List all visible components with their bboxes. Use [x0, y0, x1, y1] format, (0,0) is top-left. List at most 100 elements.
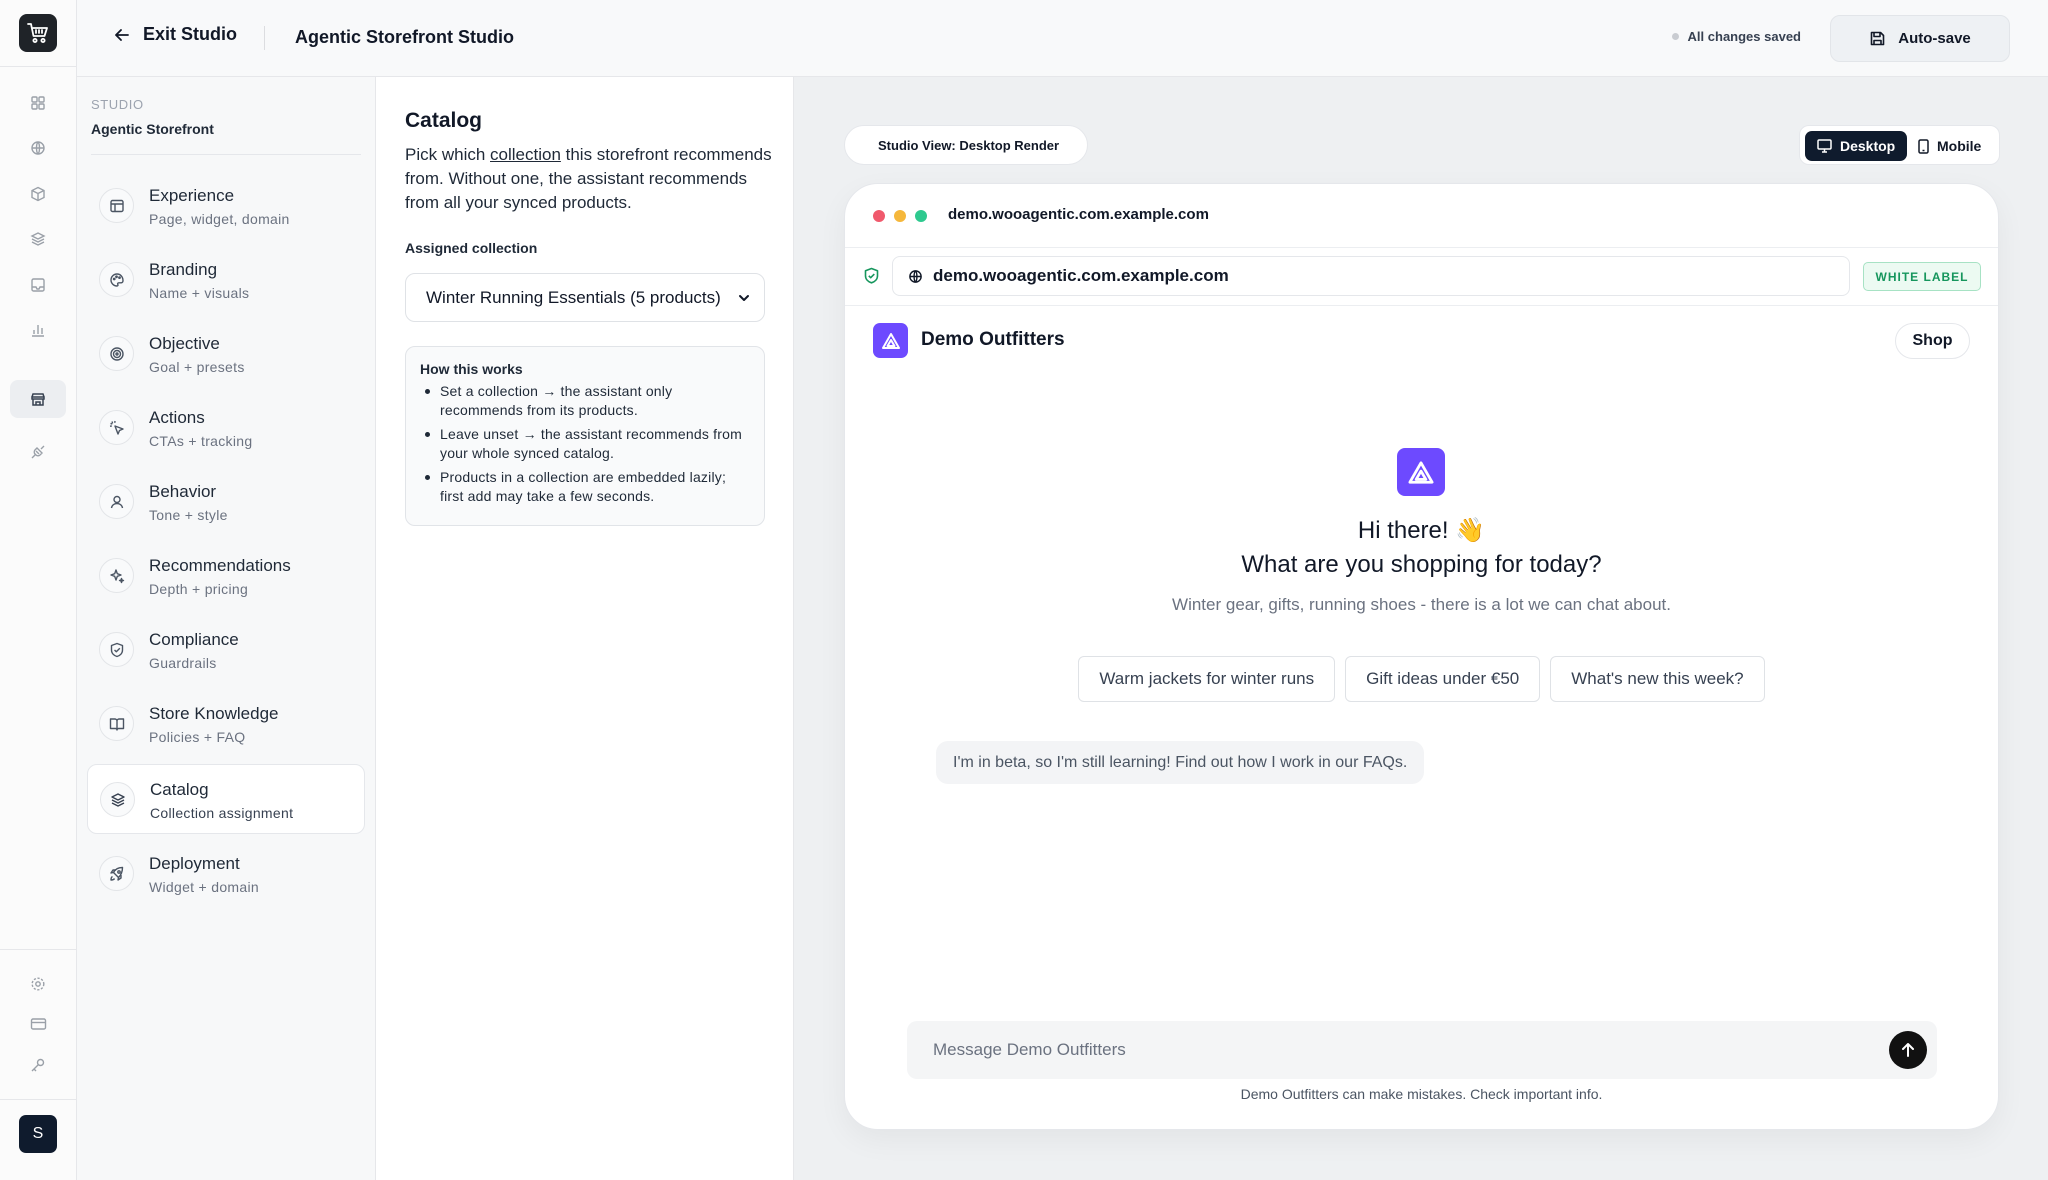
studio-sidebar: STUDIO Agentic Storefront Experience Pag… [77, 77, 376, 1180]
app-rail: S [0, 0, 77, 1180]
save-status-text: All changes saved [1687, 29, 1801, 44]
disclaimer: Demo Outfitters can make mistakes. Check… [1240, 1086, 1603, 1102]
sparkles-icon [99, 558, 134, 593]
settings-icon[interactable] [24, 970, 52, 998]
user-avatar[interactable]: S [19, 1115, 57, 1153]
globe-icon[interactable] [24, 134, 52, 162]
rail-divider [0, 66, 76, 67]
storefront-icon[interactable] [10, 380, 66, 418]
sidebar-divider [91, 154, 361, 155]
card-icon[interactable] [24, 1010, 52, 1038]
status-dot-icon [1671, 33, 1679, 40]
greeting: Hi there! 👋 What are you shopping for to… [845, 514, 1998, 582]
exit-studio-button[interactable]: Exit Studio [113, 24, 237, 45]
suggestion-chip[interactable]: Warm jackets for winter runs [1078, 656, 1336, 702]
message-composer [907, 1021, 1937, 1079]
key-icon[interactable] [24, 1051, 52, 1079]
store-logo-icon [873, 323, 908, 358]
assistant-logo-icon [1397, 448, 1445, 496]
collection-select[interactable]: Winter Running Essentials (5 products) [405, 273, 765, 322]
sidebar-item-actions[interactable]: Actions CTAs + tracking [87, 393, 365, 463]
greeting-subtitle: Winter gear, gifts, running shoes - ther… [1172, 595, 1671, 614]
how-it-works-box: How this works Set a collection → the as… [405, 346, 765, 526]
maximize-dot-icon [915, 210, 927, 222]
globe-icon [909, 269, 922, 283]
sidebar-item-subtitle: Page, widget, domain [149, 211, 290, 227]
sidebar-item-subtitle: Tone + style [149, 507, 228, 523]
catalog-settings-panel: Catalog Pick which collection this store… [376, 77, 794, 1180]
sidebar-item-title: Actions [149, 408, 205, 427]
sidebar-item-title: Deployment [149, 854, 240, 873]
sidebar-item-recommendations[interactable]: Recommendations Depth + pricing [87, 541, 365, 611]
sidebar-item-title: Recommendations [149, 556, 291, 575]
browser-frame: demo.wooagentic.com.example.com demo.woo… [844, 183, 1999, 1130]
shield-check-icon [864, 267, 879, 284]
mobile-label: Mobile [1937, 138, 1982, 154]
store-name: Demo Outfitters [921, 329, 1065, 350]
collection-select-value: Winter Running Essentials (5 products) [426, 287, 721, 307]
send-button[interactable] [1889, 1031, 1927, 1069]
sidebar-item-experience[interactable]: Experience Page, widget, domain [87, 171, 365, 241]
target-icon [99, 336, 134, 371]
sidebar-item-subtitle: Depth + pricing [149, 581, 249, 597]
message-input[interactable] [907, 1021, 1867, 1079]
user-icon [99, 484, 134, 519]
top-bar: Exit Studio Agentic Storefront Studio Al… [77, 0, 2048, 77]
close-dot-icon [873, 210, 885, 222]
url-row: demo.wooagentic.com.example.com WHITE LA… [845, 248, 1998, 306]
cart-logo-icon[interactable] [19, 14, 57, 52]
plug-icon[interactable] [24, 438, 52, 466]
book-icon [99, 706, 134, 741]
auto-save-button[interactable]: Auto-save [1830, 15, 2010, 62]
sidebar-item-behavior[interactable]: Behavior Tone + style [87, 467, 365, 537]
sidebar-item-title: Objective [149, 334, 220, 353]
sidebar-item-title: Store Knowledge [149, 704, 279, 723]
desktop-label: Desktop [1840, 138, 1896, 154]
suggestion-chip[interactable]: Gift ideas under €50 [1345, 656, 1541, 702]
sidebar-title: Agentic Storefront [91, 121, 214, 137]
mobile-toggle-button[interactable]: Mobile [1906, 131, 1993, 161]
greeting-line-2: What are you shopping for today? [1241, 551, 1602, 578]
panel-title: Catalog [405, 109, 483, 132]
inbox-icon[interactable] [24, 271, 52, 299]
phone-icon [1918, 138, 1929, 154]
package-icon[interactable] [24, 180, 52, 208]
sidebar-item-title: Compliance [149, 630, 239, 649]
arrow-up-icon [1902, 1043, 1914, 1057]
monitor-icon [1817, 139, 1832, 153]
how-it-works-title: How this works [420, 361, 523, 377]
sidebar-item-title: Branding [149, 260, 218, 279]
sidebar-item-objective[interactable]: Objective Goal + presets [87, 319, 365, 389]
collection-link[interactable]: collection [490, 145, 561, 164]
sidebar-item-compliance[interactable]: Compliance Guardrails [87, 615, 365, 685]
sidebar-item-subtitle: Goal + presets [149, 359, 245, 375]
browser-host: demo.wooagentic.com.example.com [948, 206, 1209, 223]
cursor-click-icon [99, 410, 134, 445]
save-status: All changes saved [1671, 29, 1801, 44]
sidebar-item-store-knowledge[interactable]: Store Knowledge Policies + FAQ [87, 689, 365, 759]
sidebar-item-deployment[interactable]: Deployment Widget + domain [87, 839, 365, 909]
dashboard-icon[interactable] [24, 89, 52, 117]
white-label-badge: WHITE LABEL [1863, 262, 1981, 291]
how-it-works-list: Set a collection → the assistant only re… [420, 382, 750, 506]
sidebar-item-subtitle: CTAs + tracking [149, 433, 253, 449]
layout-icon [99, 188, 134, 223]
shop-button[interactable]: Shop [1895, 323, 1970, 359]
chart-icon[interactable] [24, 316, 52, 344]
sidebar-eyebrow: STUDIO [91, 97, 144, 112]
auto-save-label: Auto-save [1898, 30, 1971, 47]
beta-notice[interactable]: I'm in beta, so I'm still learning! Find… [936, 741, 1425, 784]
rail-divider [0, 1099, 76, 1100]
suggestion-chip[interactable]: What's new this week? [1550, 656, 1765, 702]
save-disk-icon [1870, 31, 1885, 46]
device-toggle: Desktop Mobile [1799, 125, 2000, 165]
sidebar-item-subtitle: Collection assignment [150, 805, 294, 821]
layers-icon[interactable] [24, 225, 52, 253]
sidebar-item-branding[interactable]: Branding Name + visuals [87, 245, 365, 315]
url-bar[interactable]: demo.wooagentic.com.example.com [892, 256, 1850, 296]
desktop-toggle-button[interactable]: Desktop [1805, 131, 1908, 161]
browser-titlebar: demo.wooagentic.com.example.com [845, 184, 1998, 248]
url-text: demo.wooagentic.com.example.com [933, 266, 1229, 285]
sidebar-item-catalog[interactable]: Catalog Collection assignment [87, 764, 365, 834]
list-item: Leave unset → the assistant recommends f… [420, 425, 750, 463]
